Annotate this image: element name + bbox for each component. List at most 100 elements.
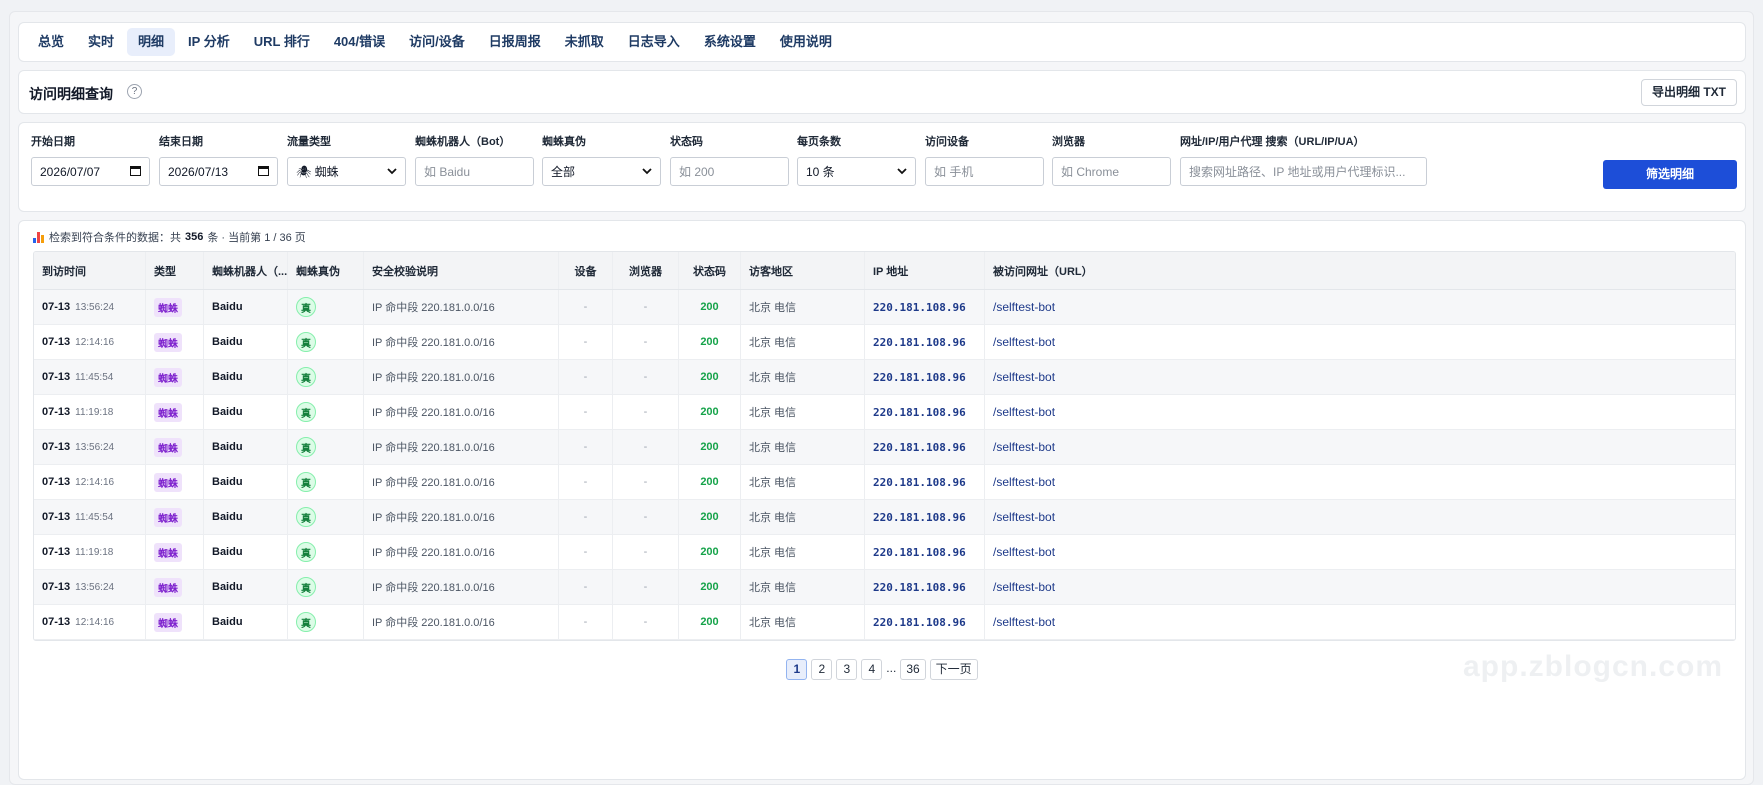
ip-address-link[interactable]: 220.181.108.96: [873, 301, 966, 314]
filter-submit-button[interactable]: 筛选明细: [1603, 160, 1737, 189]
cell-region: 北京 电信: [741, 605, 865, 639]
cell-region: 北京 电信: [741, 570, 865, 604]
page-button-4[interactable]: 4: [861, 659, 883, 680]
table-row[interactable]: 07-13 13:56:24 蜘蛛 Baidu 真 IP 命中段 220.181.0.0/…: [34, 570, 1735, 605]
tab-url-ranking[interactable]: URL 排行: [243, 28, 321, 56]
visited-url-link[interactable]: /selftest-bot: [993, 615, 1055, 629]
table-row[interactable]: 07-13 12:14:16 蜘蛛 Baidu 真 IP 命中段 220.181.0.0/…: [34, 465, 1735, 500]
ip-address-link[interactable]: 220.181.108.96: [873, 336, 966, 349]
col-browser[interactable]: 浏览器: [613, 252, 679, 289]
visit-time: 11:45:54: [75, 371, 114, 383]
tab-help[interactable]: 使用说明: [769, 28, 843, 56]
table-row[interactable]: 07-13 11:45:54 蜘蛛 Baidu 真 IP 命中段 220.181.0.0/…: [34, 500, 1735, 535]
calendar-icon[interactable]: [258, 165, 269, 179]
question-circle-icon[interactable]: ?: [127, 84, 142, 99]
page-button-1[interactable]: 1: [786, 659, 808, 680]
col-device[interactable]: 设备: [559, 252, 613, 289]
visited-url-link[interactable]: /selftest-bot: [993, 510, 1055, 524]
ip-address-link[interactable]: 220.181.108.96: [873, 441, 966, 454]
visited-url-link[interactable]: /selftest-bot: [993, 370, 1055, 384]
type-badge: 蜘蛛: [154, 507, 182, 527]
table-row[interactable]: 07-13 12:14:16 蜘蛛 Baidu 真 IP 命中段 220.181.0.0/…: [34, 325, 1735, 360]
ip-address-link[interactable]: 220.181.108.96: [873, 581, 966, 594]
end-date-input[interactable]: 2026/07/13: [159, 157, 278, 186]
tab-realtime[interactable]: 实时: [77, 28, 125, 56]
col-url[interactable]: 被访问网址（URL）: [985, 252, 1735, 289]
bot-name: Baidu: [212, 616, 243, 628]
cell-browser: -: [613, 360, 679, 394]
ip-address-link[interactable]: 220.181.108.96: [873, 616, 966, 629]
visited-url-link[interactable]: /selftest-bot: [993, 475, 1055, 489]
visit-date: 07-13: [42, 441, 71, 453]
authenticity-badge: 真: [296, 332, 316, 352]
table-row[interactable]: 07-13 11:45:54 蜘蛛 Baidu 真 IP 命中段 220.181.0.0/…: [34, 360, 1735, 395]
tab-settings[interactable]: 系统设置: [693, 28, 767, 56]
col-status[interactable]: 状态码: [679, 252, 741, 289]
ip-address-link[interactable]: 220.181.108.96: [873, 406, 966, 419]
col-type[interactable]: 类型: [146, 252, 204, 289]
tab-reports[interactable]: 日报周报: [478, 28, 552, 56]
cell-device: -: [559, 290, 613, 324]
col-ip[interactable]: IP 地址: [865, 252, 985, 289]
authenticity-badge: 真: [296, 297, 316, 317]
table-row[interactable]: 07-13 13:56:24 蜘蛛 Baidu 真 IP 命中段 220.181.0.0/…: [34, 290, 1735, 325]
col-bot[interactable]: 蜘蛛机器人（...: [204, 252, 288, 289]
ip-address-link[interactable]: 220.181.108.96: [873, 476, 966, 489]
tab-not-crawled[interactable]: 未抓取: [554, 28, 615, 56]
cell-status: 200: [679, 500, 741, 534]
page-size-select[interactable]: 10 条: [797, 157, 916, 186]
chevron-down-icon: [897, 166, 907, 178]
page-button-3[interactable]: 3: [836, 659, 858, 680]
traffic-type-select[interactable]: 🕷 蜘蛛: [287, 157, 406, 186]
search-input[interactable]: 搜索网址路径、IP 地址或用户代理标识...: [1180, 157, 1427, 186]
tab-log-import[interactable]: 日志导入: [617, 28, 691, 56]
table-row[interactable]: 07-13 12:14:16 蜘蛛 Baidu 真 IP 命中段 220.181.0.0/…: [34, 605, 1735, 640]
tab-visits-devices[interactable]: 访问/设备: [398, 28, 476, 56]
page-button-last[interactable]: 36: [900, 659, 926, 680]
table-row[interactable]: 07-13 13:56:24 蜘蛛 Baidu 真 IP 命中段 220.181.0.0/…: [34, 430, 1735, 465]
calendar-icon[interactable]: [130, 165, 141, 179]
visited-url-link[interactable]: /selftest-bot: [993, 580, 1055, 594]
next-page-button[interactable]: 下一页: [929, 659, 978, 680]
tab-ip-analysis[interactable]: IP 分析: [177, 28, 241, 56]
tab-overview[interactable]: 总览: [27, 28, 75, 56]
authenticity-badge: 真: [296, 367, 316, 387]
visited-url-link[interactable]: /selftest-bot: [993, 545, 1055, 559]
visited-url-link[interactable]: /selftest-bot: [993, 405, 1055, 419]
tab-404-errors[interactable]: 404/错误: [323, 28, 396, 56]
cell-security-note: IP 命中段 220.181.0.0/16: [364, 290, 559, 324]
ip-address-link[interactable]: 220.181.108.96: [873, 511, 966, 524]
col-authenticity[interactable]: 蜘蛛真伪: [288, 252, 364, 289]
col-security-note[interactable]: 安全校验说明: [364, 252, 559, 289]
bot-name: Baidu: [212, 336, 243, 348]
table-row[interactable]: 07-13 11:19:18 蜘蛛 Baidu 真 IP 命中段 220.181.0.0/…: [34, 535, 1735, 570]
visited-url-link[interactable]: /selftest-bot: [993, 300, 1055, 314]
col-visit-time[interactable]: 到访时间: [34, 252, 146, 289]
tab-detail[interactable]: 明细: [127, 28, 176, 56]
ip-address-link[interactable]: 220.181.108.96: [873, 371, 966, 384]
cell-ip: 220.181.108.96: [865, 290, 985, 324]
visited-url-link[interactable]: /selftest-bot: [993, 335, 1055, 349]
bot-input[interactable]: 如 Baidu: [415, 157, 534, 186]
authenticity-value: 全部: [551, 165, 576, 179]
page-button-2[interactable]: 2: [811, 659, 833, 680]
cell-authenticity: 真: [288, 605, 364, 639]
top-nav: 总览 实时 明细 IP 分析 URL 排行 404/错误 访问/设备 日报周报 …: [18, 22, 1746, 62]
authenticity-select[interactable]: 全部: [542, 157, 661, 186]
cell-url: /selftest-bot: [985, 535, 1735, 569]
cell-device: -: [559, 500, 613, 534]
start-date-input[interactable]: 2026/07/07: [31, 157, 150, 186]
browser-input[interactable]: 如 Chrome: [1052, 157, 1171, 186]
bot-label: 蜘蛛机器人（Bot）: [415, 136, 511, 148]
status-code: 200: [700, 546, 719, 558]
col-region[interactable]: 访客地区: [741, 252, 865, 289]
visited-url-link[interactable]: /selftest-bot: [993, 440, 1055, 454]
cell-device: -: [559, 535, 613, 569]
export-txt-button[interactable]: 导出明细 TXT: [1641, 79, 1737, 106]
status-code-input[interactable]: 如 200: [670, 157, 789, 186]
ip-address-link[interactable]: 220.181.108.96: [873, 546, 966, 559]
security-note: IP 命中段 220.181.0.0/16: [372, 407, 495, 419]
table-row[interactable]: 07-13 11:19:18 蜘蛛 Baidu 真 IP 命中段 220.181.0.0/…: [34, 395, 1735, 430]
filter-panel: 开始日期 2026/07/07 结束日期 2026/07/13 流量类型 🕷 蜘…: [18, 122, 1746, 212]
device-input[interactable]: 如 手机: [925, 157, 1044, 186]
